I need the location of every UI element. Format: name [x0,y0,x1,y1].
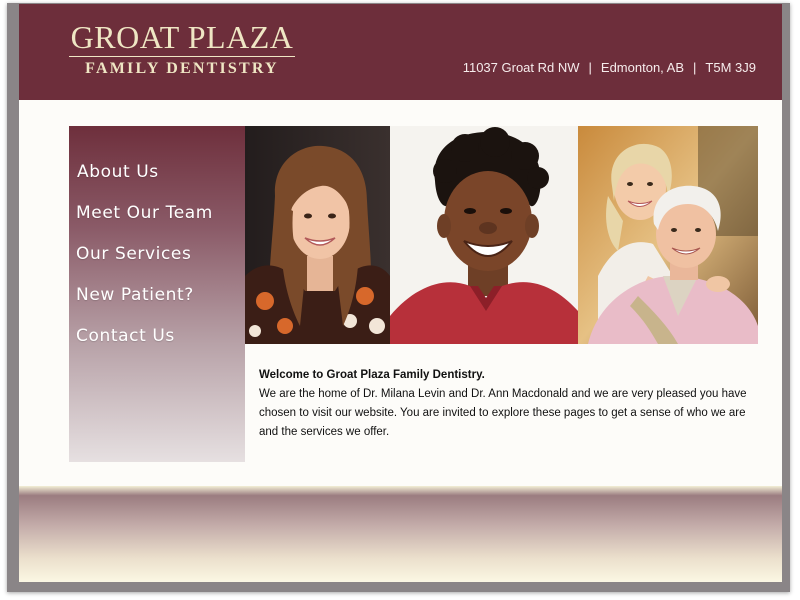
patient-photo-woman [245,126,390,344]
page-container: GROAT PLAZA FAMILY DENTISTRY 11037 Groat… [19,4,782,582]
address-separator: | [693,60,697,75]
site-header: GROAT PLAZA FAMILY DENTISTRY 11037 Groat… [19,4,782,100]
patient-photo-couple [578,126,758,344]
address-separator: | [588,60,592,75]
address-street: 11037 Groat Rd NW [462,60,580,75]
sidebar-nav: About Us Meet Our Team Our Services New … [69,126,245,462]
footer-band [19,486,782,582]
hero-photo-strip [245,126,758,344]
address-postal: T5M 3J9 [705,60,756,75]
welcome-section: Welcome to Groat Plaza Family Dentistry.… [259,366,754,442]
header-address: 11037 Groat Rd NW | Edmonton, AB | T5M 3J9 [463,60,756,75]
welcome-title: Welcome to Groat Plaza Family Dentistry. [259,369,485,381]
logo-rule [69,56,295,57]
nav-item-contact-us[interactable]: Contact Us [76,326,175,346]
nav-item-about-us[interactable]: About Us [77,162,159,182]
address-city: Edmonton, AB [600,60,685,75]
nav-item-our-services[interactable]: Our Services [76,244,191,264]
logo-title: GROAT PLAZA [70,19,294,55]
welcome-body: We are the home of Dr. Milana Levin and … [259,388,747,438]
patient-photo-man [390,126,578,344]
logo-subtitle: FAMILY DENTISTRY [85,60,279,77]
main-content: About Us Meet Our Team Our Services New … [69,126,758,462]
nav-item-new-patient[interactable]: New Patient? [76,285,194,305]
nav-item-meet-our-team[interactable]: Meet Our Team [76,203,213,223]
site-logo[interactable]: GROAT PLAZA FAMILY DENTISTRY [69,20,295,78]
